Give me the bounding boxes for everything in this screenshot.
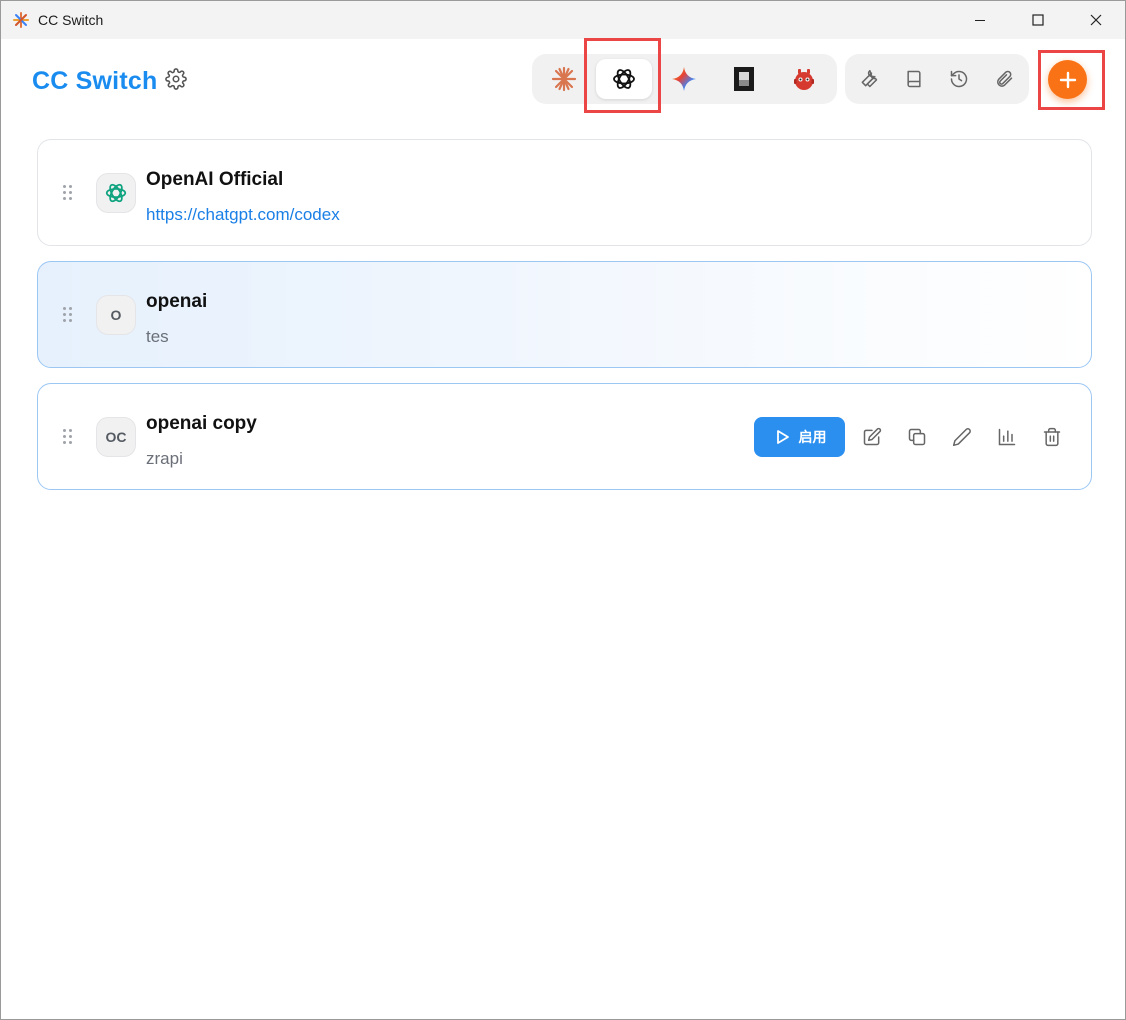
drag-handle-icon[interactable] (63, 307, 75, 325)
provider-card[interactable]: OpenAI Official https://chatgpt.com/code… (37, 139, 1092, 246)
delete-button[interactable] (1040, 425, 1064, 449)
maximize-button[interactable] (1009, 1, 1067, 39)
paperclip-icon (997, 70, 1013, 87)
provider-note: zrapi (146, 449, 183, 468)
usage-button[interactable] (995, 425, 1019, 449)
play-icon (776, 430, 789, 444)
sunburst-app-icon (13, 12, 29, 28)
pencil-icon (952, 428, 971, 447)
gemini-icon (672, 67, 696, 91)
provider-avatar: OC (96, 417, 136, 457)
provider-avatar: O (96, 295, 136, 335)
rename-button[interactable] (950, 425, 974, 449)
provider-avatar (96, 173, 136, 213)
close-button[interactable] (1067, 1, 1125, 39)
history-button[interactable] (946, 66, 972, 92)
tools-button[interactable] (856, 66, 882, 92)
provider-name: openai copy (146, 413, 257, 434)
gear-icon (165, 68, 187, 90)
close-icon (1090, 14, 1102, 26)
provider-website-link[interactable]: https://chatgpt.com/codex (146, 205, 340, 225)
provider-card-active[interactable]: O openai tes (37, 261, 1092, 368)
app-window: CC Switch CC Switch OpenAI Official http… (0, 0, 1126, 1020)
bar-chart-icon (998, 428, 1016, 446)
attachments-button[interactable] (991, 66, 1017, 92)
maximize-icon (1032, 14, 1044, 26)
tool-group (845, 54, 1029, 104)
minimize-icon (975, 20, 985, 21)
duplicate-icon (908, 428, 926, 446)
edit-button[interactable] (860, 425, 884, 449)
tab-gemini[interactable] (656, 59, 712, 99)
title-bar: CC Switch (1, 1, 1125, 39)
annotation-box-1 (584, 38, 661, 113)
duplicate-button[interactable] (905, 425, 929, 449)
opencode-icon (734, 67, 754, 91)
provider-name: openai (146, 291, 208, 312)
wrench-icon (861, 69, 878, 88)
settings-button[interactable] (165, 68, 187, 90)
tab-opencode[interactable] (716, 59, 772, 99)
history-icon (950, 70, 968, 88)
red-robot-icon (794, 69, 814, 90)
docs-button[interactable] (901, 66, 927, 92)
book-icon (907, 70, 921, 88)
tab-robot[interactable] (776, 59, 832, 99)
enable-button[interactable]: 启用 (754, 417, 845, 457)
claude-icon (551, 66, 577, 92)
provider-note: tes (146, 327, 169, 346)
openai-logo-icon (105, 183, 127, 203)
app-switcher (532, 54, 837, 104)
trash-icon (1043, 427, 1061, 447)
window-title: CC Switch (38, 12, 104, 28)
drag-handle-icon[interactable] (63, 429, 75, 447)
provider-name: OpenAI Official (146, 169, 284, 190)
drag-handle-icon[interactable] (63, 185, 75, 203)
provider-card[interactable]: OC openai copy zrapi 启用 (37, 383, 1092, 490)
edit-icon (863, 427, 882, 446)
enable-button-label: 启用 (798, 429, 827, 445)
annotation-box-2 (1038, 50, 1105, 110)
app-brand: CC Switch (32, 67, 158, 95)
minimize-button[interactable] (951, 1, 1009, 39)
